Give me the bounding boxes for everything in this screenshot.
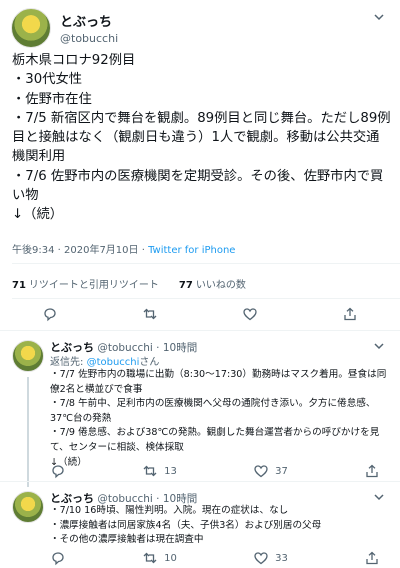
reply-time[interactable]: · 10時間 [156, 342, 197, 354]
like-icon [254, 465, 268, 478]
like-count: 37 [275, 465, 288, 477]
chevron-down-icon[interactable] [372, 490, 386, 504]
replying-to-suffix: さん [139, 357, 160, 368]
retweet-button[interactable] [142, 306, 158, 322]
avatar[interactable] [12, 340, 44, 372]
retweet-count: 13 [164, 465, 177, 477]
replying-to: 返信先: @tobucchiさん [50, 353, 159, 368]
reply-actions: 10 33 [50, 550, 380, 566]
avatar[interactable] [11, 8, 51, 48]
retweet-count: 10 [164, 552, 177, 564]
user-handle[interactable]: @tobucchi [60, 32, 118, 45]
retweet-stat-label: リツイートと引用リツイート [28, 280, 159, 291]
reply-button[interactable] [42, 306, 58, 322]
share-button[interactable] [364, 463, 380, 479]
reply-text: ・7/7 佐野市内の職場に出勤（8:30〜17:30）勤務時はマスク着用。昼食は… [50, 369, 387, 468]
display-name[interactable]: とぶっち [60, 11, 118, 30]
share-icon [366, 551, 378, 565]
reply-icon [52, 465, 64, 479]
reply-tweet[interactable]: とぶっち @tobucchi · 10時間 返信先: @tobucchiさん ・… [0, 331, 400, 487]
tweet-actions [0, 306, 400, 322]
reply-tweet[interactable]: とぶっち @tobucchi · 10時間 ・7/10 16時頃、陽性判明。入院… [0, 482, 400, 568]
time-date[interactable]: 午後9:34 · 2020年7月10日 · [12, 245, 148, 256]
share-button[interactable] [364, 550, 380, 566]
share-button[interactable] [342, 306, 358, 322]
retweet-icon [143, 465, 157, 477]
thread-line [27, 377, 29, 487]
like-count: 77 [178, 280, 193, 291]
reply-actions: 13 37 [50, 463, 380, 479]
like-button[interactable]: 33 [253, 550, 288, 566]
like-button[interactable] [242, 306, 258, 322]
tweet-timestamp[interactable]: 午後9:34 · 2020年7月10日 · Twitter for iPhone [12, 241, 235, 256]
chevron-down-icon[interactable] [372, 339, 386, 353]
retweet-count: 71 [12, 280, 26, 291]
replying-to-prefix: 返信先: [50, 357, 87, 368]
tweet-source[interactable]: Twitter for iPhone [148, 245, 235, 256]
like-stat[interactable]: 77 いいねの数 [179, 276, 246, 291]
tweet-author[interactable]: とぶっち @tobucchi [11, 8, 118, 48]
like-button[interactable]: 37 [253, 463, 288, 479]
reply-button[interactable] [50, 550, 66, 566]
reply-icon [52, 552, 64, 566]
tweet-text: 栃木県コロナ92例目 ・30代女性 ・佐野市在住 ・7/5 新宿区内で舞台を観劇… [12, 53, 391, 223]
avatar[interactable] [12, 491, 44, 523]
retweet-button[interactable]: 13 [142, 463, 177, 479]
reply-icon [44, 308, 56, 322]
retweet-icon [143, 552, 157, 564]
divider [12, 298, 400, 299]
divider [12, 263, 400, 264]
share-icon [344, 307, 356, 321]
retweet-button[interactable]: 10 [142, 550, 177, 566]
chevron-down-icon[interactable] [372, 10, 386, 24]
retweet-icon [143, 308, 157, 320]
reply-text: ・7/10 16時頃、陽性判明。入院。現在の症状は、なし ・濃厚接触者は同居家族… [50, 505, 322, 546]
reply-button[interactable] [50, 463, 66, 479]
tweet-stats: 71 リツイートと引用リツイート 77 いいねの数 [12, 276, 266, 291]
retweet-stat[interactable]: 71 リツイートと引用リツイート [12, 276, 159, 291]
like-icon [243, 308, 257, 321]
like-count: 33 [275, 552, 288, 564]
mention-link[interactable]: @tobucchi [87, 357, 140, 368]
like-stat-label: いいねの数 [195, 280, 246, 291]
share-icon [366, 464, 378, 478]
like-icon [254, 552, 268, 565]
